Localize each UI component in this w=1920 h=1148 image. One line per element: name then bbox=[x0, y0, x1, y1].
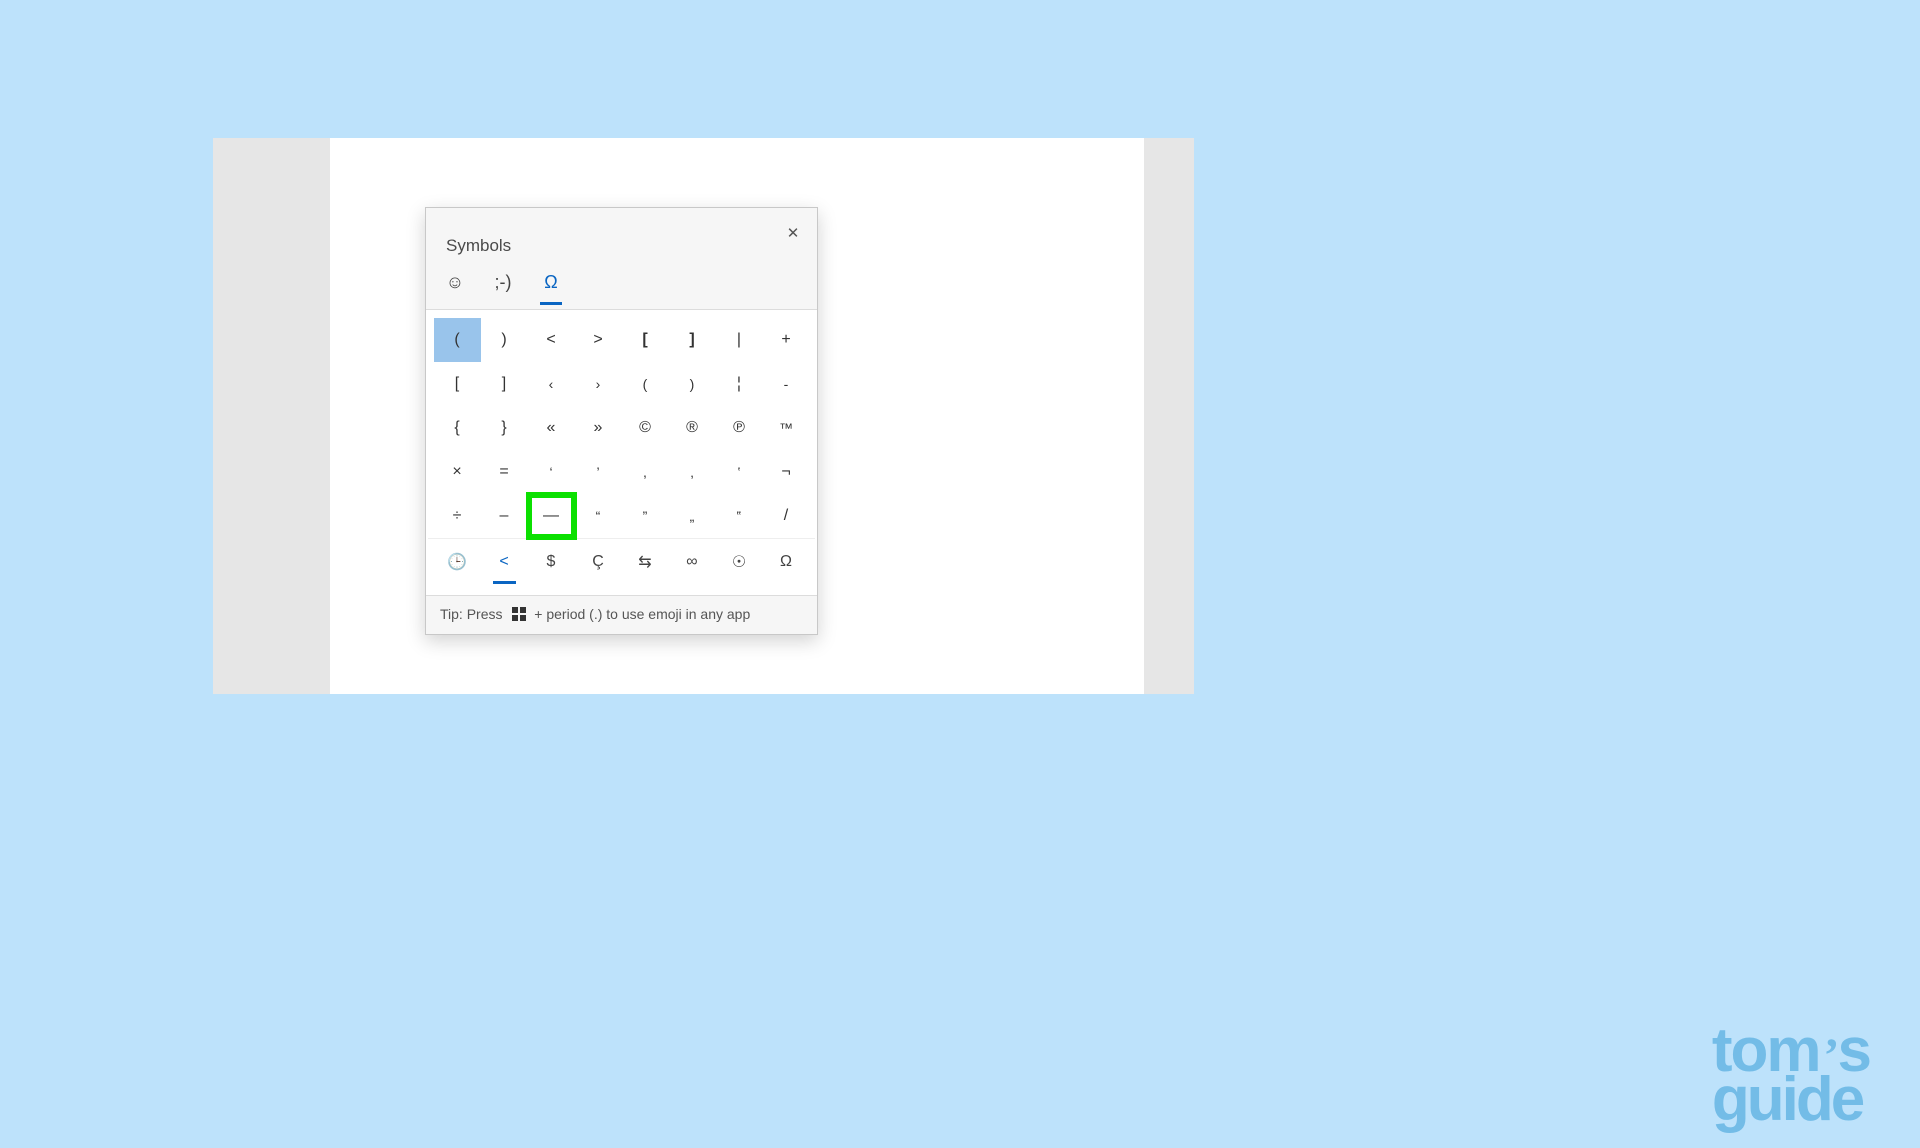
symbol-cell[interactable]: × bbox=[434, 450, 481, 494]
symbol-cell[interactable]: < bbox=[528, 318, 575, 362]
symbol-cell[interactable]: ¦ bbox=[716, 362, 763, 406]
symbol-cell[interactable]: ‛ bbox=[716, 450, 763, 494]
windows-key-icon bbox=[512, 607, 526, 621]
cat-punctuation[interactable]: < bbox=[481, 543, 528, 581]
symbol-cell[interactable]: | bbox=[716, 318, 763, 362]
symbol-cell[interactable]: ] bbox=[481, 362, 528, 406]
symbol-cell[interactable]: › bbox=[575, 362, 622, 406]
tab-symbols[interactable]: Ω bbox=[540, 272, 562, 297]
cat-recent[interactable]: 🕒 bbox=[434, 543, 481, 581]
symbol-cell[interactable]: [ bbox=[622, 318, 669, 362]
symbol-cell[interactable]: = bbox=[481, 450, 528, 494]
panel-header: Symbols ✕ bbox=[426, 208, 817, 262]
panel-title: Symbols bbox=[446, 236, 797, 256]
tab-kaomoji[interactable]: ;-) bbox=[492, 272, 514, 297]
symbol-cell[interactable]: { bbox=[434, 406, 481, 450]
symbol-cell[interactable]: ¬ bbox=[763, 450, 810, 494]
symbol-cell[interactable]: + bbox=[763, 318, 810, 362]
symbol-cell[interactable]: ( bbox=[622, 362, 669, 406]
symbol-cell[interactable]: « bbox=[528, 406, 575, 450]
symbol-cell[interactable]: © bbox=[622, 406, 669, 450]
close-button[interactable]: ✕ bbox=[783, 224, 803, 244]
symbol-cell[interactable]: } bbox=[481, 406, 528, 450]
symbol-cell[interactable]: — bbox=[528, 494, 575, 538]
panel-tabs: ☺ ;-) Ω bbox=[426, 262, 817, 310]
symbol-cell[interactable]: - bbox=[763, 362, 810, 406]
symbol-cell[interactable]: ‹ bbox=[528, 362, 575, 406]
symbol-cell[interactable]: ) bbox=[669, 362, 716, 406]
tip-rest: + period (.) to use emoji in any app bbox=[534, 606, 750, 622]
tab-emoji[interactable]: ☺ bbox=[444, 272, 466, 297]
cat-math[interactable]: ∞ bbox=[669, 543, 716, 581]
symbol-cell[interactable]: ‘ bbox=[528, 450, 575, 494]
symbol-cell[interactable]: > bbox=[575, 318, 622, 362]
cat-latin[interactable]: Ç bbox=[575, 543, 622, 581]
document-background: Symbols ✕ ☺;-)Ω ()<>[]|+[]‹›()¦-{}«»©®℗™… bbox=[213, 138, 1194, 694]
symbol-cell[interactable]: ® bbox=[669, 406, 716, 450]
symbol-cell[interactable]: ‟ bbox=[716, 494, 763, 538]
symbol-grid: ()<>[]|+[]‹›()¦-{}«»©®℗™×=‘’,‚‛¬÷–—“”„‟/ bbox=[428, 318, 815, 538]
symbol-cell[interactable]: / bbox=[763, 494, 810, 538]
symbol-cell[interactable]: ™ bbox=[763, 406, 810, 450]
symbol-cell[interactable]: ÷ bbox=[434, 494, 481, 538]
emoji-panel: Symbols ✕ ☺;-)Ω ()<>[]|+[]‹›()¦-{}«»©®℗™… bbox=[425, 207, 818, 635]
symbol-cell[interactable]: ( bbox=[434, 318, 481, 362]
symbol-cell[interactable]: “ bbox=[575, 494, 622, 538]
symbol-cell[interactable]: ” bbox=[622, 494, 669, 538]
cat-language[interactable]: Ω bbox=[763, 543, 810, 581]
symbol-cell[interactable]: , bbox=[622, 450, 669, 494]
symbol-cell[interactable]: ℗ bbox=[716, 406, 763, 450]
watermark-line2: guide bbox=[1712, 1076, 1870, 1124]
toms-guide-watermark: tom ’ s guide bbox=[1712, 1031, 1870, 1124]
cat-geometric[interactable]: ☉ bbox=[716, 543, 763, 581]
category-row: 🕒<$Ç⇆∞☉Ω bbox=[428, 538, 815, 591]
symbol-cell[interactable]: ] bbox=[669, 318, 716, 362]
panel-body: ()<>[]|+[]‹›()¦-{}«»©®℗™×=‘’,‚‛¬÷–—“”„‟/… bbox=[426, 310, 817, 595]
tip-prefix: Tip: Press bbox=[440, 606, 503, 622]
cat-currency[interactable]: $ bbox=[528, 543, 575, 581]
tip-bar: Tip: Press + period (.) to use emoji in … bbox=[426, 595, 817, 634]
cat-arrows[interactable]: ⇆ bbox=[622, 543, 669, 581]
symbol-cell[interactable]: [ bbox=[434, 362, 481, 406]
symbol-cell[interactable]: ) bbox=[481, 318, 528, 362]
symbol-cell[interactable]: – bbox=[481, 494, 528, 538]
symbol-cell[interactable]: „ bbox=[669, 494, 716, 538]
symbol-cell[interactable]: » bbox=[575, 406, 622, 450]
symbol-cell[interactable]: ’ bbox=[575, 450, 622, 494]
symbol-cell[interactable]: ‚ bbox=[669, 450, 716, 494]
